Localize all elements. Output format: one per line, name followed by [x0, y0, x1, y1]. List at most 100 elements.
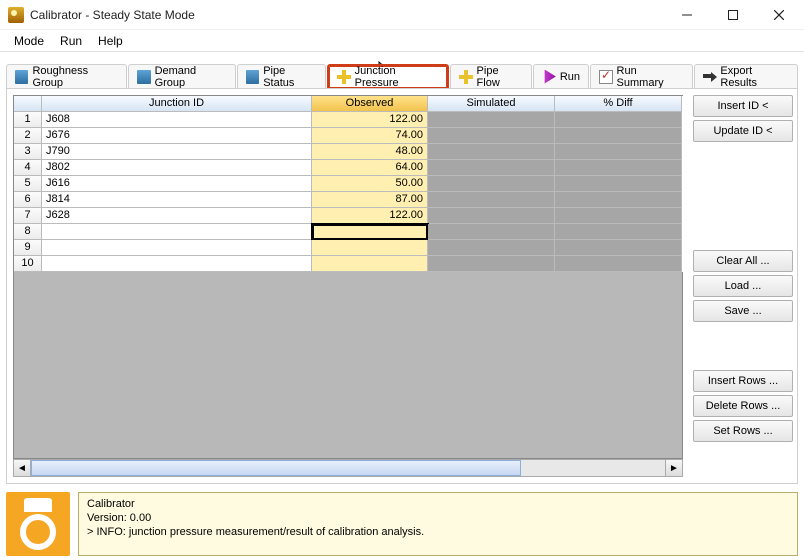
tab-run-summary[interactable]: Run Summary — [590, 64, 693, 88]
cell-observed[interactable] — [312, 224, 428, 240]
scroll-right-button[interactable]: ► — [665, 459, 683, 477]
row-header[interactable]: 7 — [14, 208, 42, 224]
row-header[interactable]: 10 — [14, 256, 42, 272]
menu-bar: Mode Run Help — [0, 30, 804, 52]
title-bar: Calibrator - Steady State Mode — [0, 0, 804, 30]
tab-run[interactable]: Run — [533, 64, 589, 88]
cell-pct-diff — [555, 208, 682, 224]
cell-observed[interactable]: 122.00 — [312, 208, 428, 224]
col-header-pct-diff[interactable]: % Diff — [555, 96, 682, 112]
cell-observed[interactable]: 50.00 — [312, 176, 428, 192]
table-row[interactable]: 9 — [14, 240, 683, 256]
scroll-track[interactable] — [31, 459, 665, 477]
row-header[interactable]: 1 — [14, 112, 42, 128]
cell-simulated — [428, 144, 555, 160]
clear-all-button[interactable]: Clear All ... — [693, 250, 793, 272]
cell-junction-id[interactable] — [42, 256, 312, 272]
tab-pipe-flow[interactable]: Pipe Flow — [450, 64, 532, 88]
insert-rows-button[interactable]: Insert Rows ... — [693, 370, 793, 392]
close-button[interactable] — [756, 0, 802, 30]
cell-pct-diff — [555, 144, 682, 160]
app-icon — [8, 7, 24, 23]
row-header[interactable]: 3 — [14, 144, 42, 160]
table-row[interactable]: 8 — [14, 224, 683, 240]
tab-label: Junction Pressure — [355, 65, 440, 89]
menu-run[interactable]: Run — [52, 32, 90, 50]
table-row[interactable]: 7J628122.00 — [14, 208, 683, 224]
cell-observed[interactable]: 64.00 — [312, 160, 428, 176]
junc-icon — [337, 70, 350, 84]
menu-help[interactable]: Help — [90, 32, 131, 50]
cell-junction-id[interactable]: J628 — [42, 208, 312, 224]
cell-junction-id[interactable]: J790 — [42, 144, 312, 160]
cell-junction-id[interactable] — [42, 240, 312, 256]
cell-simulated — [428, 112, 555, 128]
table-row[interactable]: 2J67674.00 — [14, 128, 683, 144]
cell-observed[interactable]: 87.00 — [312, 192, 428, 208]
delete-rows-button[interactable]: Delete Rows ... — [693, 395, 793, 417]
cell-simulated — [428, 192, 555, 208]
cell-observed[interactable]: 122.00 — [312, 112, 428, 128]
minimize-button[interactable] — [664, 0, 710, 30]
tab-demand-group[interactable]: Demand Group — [128, 64, 236, 88]
tab-roughness-group[interactable]: Roughness Group — [6, 64, 127, 88]
scroll-left-button[interactable]: ◄ — [13, 459, 31, 477]
row-header[interactable]: 9 — [14, 240, 42, 256]
cell-observed[interactable] — [312, 256, 428, 272]
cell-observed[interactable]: 74.00 — [312, 128, 428, 144]
tab-export-results[interactable]: Export Results — [694, 64, 798, 88]
row-header[interactable]: 4 — [14, 160, 42, 176]
col-header-observed[interactable]: Observed — [312, 96, 428, 112]
run-icon — [542, 70, 556, 84]
maximize-button[interactable] — [710, 0, 756, 30]
cell-observed[interactable]: 48.00 — [312, 144, 428, 160]
menu-mode[interactable]: Mode — [6, 32, 52, 50]
horizontal-scrollbar[interactable]: ◄ ► — [13, 459, 683, 477]
row-header[interactable]: 5 — [14, 176, 42, 192]
cell-pct-diff — [555, 240, 682, 256]
status-panel: Calibrator Version: 0.00 > INFO: junctio… — [6, 492, 798, 556]
row-header[interactable]: 2 — [14, 128, 42, 144]
cell-pct-diff — [555, 176, 682, 192]
folder-icon — [137, 70, 150, 84]
cell-pct-diff — [555, 128, 682, 144]
tab-label: Pipe Status — [263, 65, 317, 89]
corner-cell[interactable] — [14, 96, 42, 112]
insert-id-button[interactable]: Insert ID < — [693, 95, 793, 117]
cell-junction-id[interactable]: J616 — [42, 176, 312, 192]
cell-junction-id[interactable]: J608 — [42, 112, 312, 128]
cell-junction-id[interactable]: J814 — [42, 192, 312, 208]
side-button-column: Insert ID < Update ID < Clear All ... Load … — [693, 95, 793, 477]
table-row[interactable]: 1J608122.00 — [14, 112, 683, 128]
row-header[interactable]: 6 — [14, 192, 42, 208]
table-row[interactable]: 3J79048.00 — [14, 144, 683, 160]
save-button[interactable]: Save ... — [693, 300, 793, 322]
cell-observed[interactable] — [312, 240, 428, 256]
scroll-thumb[interactable] — [31, 460, 521, 476]
folder-icon — [15, 70, 28, 84]
update-id-button[interactable]: Update ID < — [693, 120, 793, 142]
table-row[interactable]: 5J61650.00 — [14, 176, 683, 192]
cell-junction-id[interactable]: J802 — [42, 160, 312, 176]
table-row[interactable]: 4J80264.00 — [14, 160, 683, 176]
status-version: Version: 0.00 — [87, 511, 789, 525]
tab-pipe-status[interactable]: Pipe Status — [237, 64, 326, 88]
grid-empty-area — [13, 272, 683, 459]
table-row[interactable]: 6J81487.00 — [14, 192, 683, 208]
window-controls — [664, 0, 802, 30]
row-header[interactable]: 8 — [14, 224, 42, 240]
tab-junction-pressure[interactable]: Junction Pressure — [327, 64, 449, 88]
doc-icon — [599, 70, 613, 84]
cell-simulated — [428, 128, 555, 144]
set-rows-button[interactable]: Set Rows ... — [693, 420, 793, 442]
junc-icon — [459, 70, 472, 84]
col-header-simulated[interactable]: Simulated — [428, 96, 555, 112]
data-grid[interactable]: Junction IDObservedSimulated% Diff1J6081… — [13, 95, 683, 272]
cell-junction-id[interactable] — [42, 224, 312, 240]
cell-junction-id[interactable]: J676 — [42, 128, 312, 144]
col-header-junction-id[interactable]: Junction ID — [42, 96, 312, 112]
cell-pct-diff — [555, 112, 682, 128]
load-button[interactable]: Load ... — [693, 275, 793, 297]
cell-pct-diff — [555, 160, 682, 176]
table-row[interactable]: 10 — [14, 256, 683, 272]
